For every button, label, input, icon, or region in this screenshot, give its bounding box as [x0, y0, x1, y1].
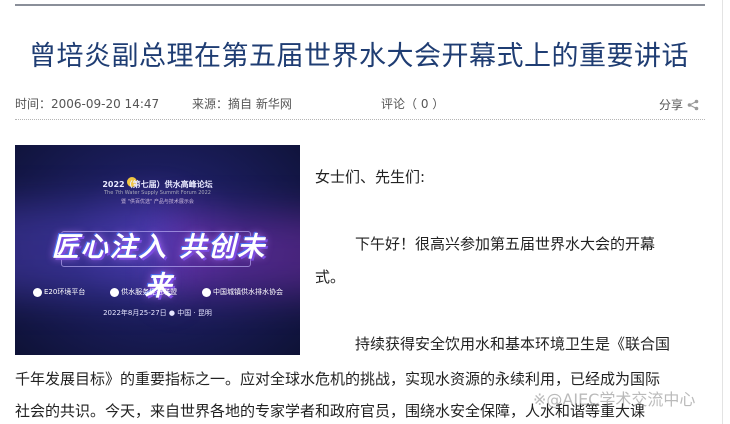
banner-partners: E20环境平台 供水服务促进联盟 中国城镇供水排水协会 — [33, 287, 283, 297]
share-button[interactable]: 分享 — [659, 96, 699, 113]
share-label: 分享 — [659, 98, 684, 112]
article-source: 来源：摘自 新华网 — [192, 97, 292, 111]
comments-link[interactable]: 评论（ 0 ） — [381, 95, 444, 112]
alliance-logo-icon — [110, 287, 120, 297]
banner-slogan: 匠心注入 共创未来 — [51, 232, 267, 302]
e20-logo-icon — [33, 287, 42, 297]
banner-subtitle: 暨 "供百优选" 产品与技术展示会 — [121, 199, 194, 205]
paragraph-3-line-1: 持续获得安全饮用水和基本环境卫生是《联合国 — [355, 335, 671, 353]
banner-forum-name: 2022（第七届）供水高峰论坛 — [102, 180, 213, 189]
share-icon[interactable] — [687, 99, 699, 111]
greeting-paragraph: 女士们、先生们: — [315, 168, 426, 186]
banner-forum-english: The 7th Water Supply Summit Forum 2022 — [104, 190, 211, 196]
partner-association: 中国城镇供水排水协会 — [202, 287, 283, 297]
meta-divider — [15, 119, 705, 120]
source-watermark: ※@AIEC学术交流中心 — [533, 390, 696, 409]
banner-date: 2022年8月25-27日 ● 中国 · 昆明 — [103, 309, 212, 317]
paragraph-2-line-1: 下午好！很高兴参加第五届世界水大会的开幕 — [355, 235, 656, 253]
publish-time: 时间：2006-09-20 14:47 — [15, 97, 160, 111]
association-logo-icon — [202, 287, 211, 297]
partner-alliance: 供水服务促进联盟 — [110, 287, 177, 297]
paragraph-2-line-2: 式。 — [315, 268, 346, 286]
article-title: 曾培炎副总理在第五届世界水大会开幕式上的重要讲话 — [29, 41, 689, 72]
right-divider — [722, 0, 723, 424]
forum-banner-image: 2022（第七届）供水高峰论坛 The 7th Water Supply Sum… — [15, 145, 300, 355]
partner-e20: E20环境平台 — [33, 287, 85, 297]
top-rule — [15, 4, 705, 6]
